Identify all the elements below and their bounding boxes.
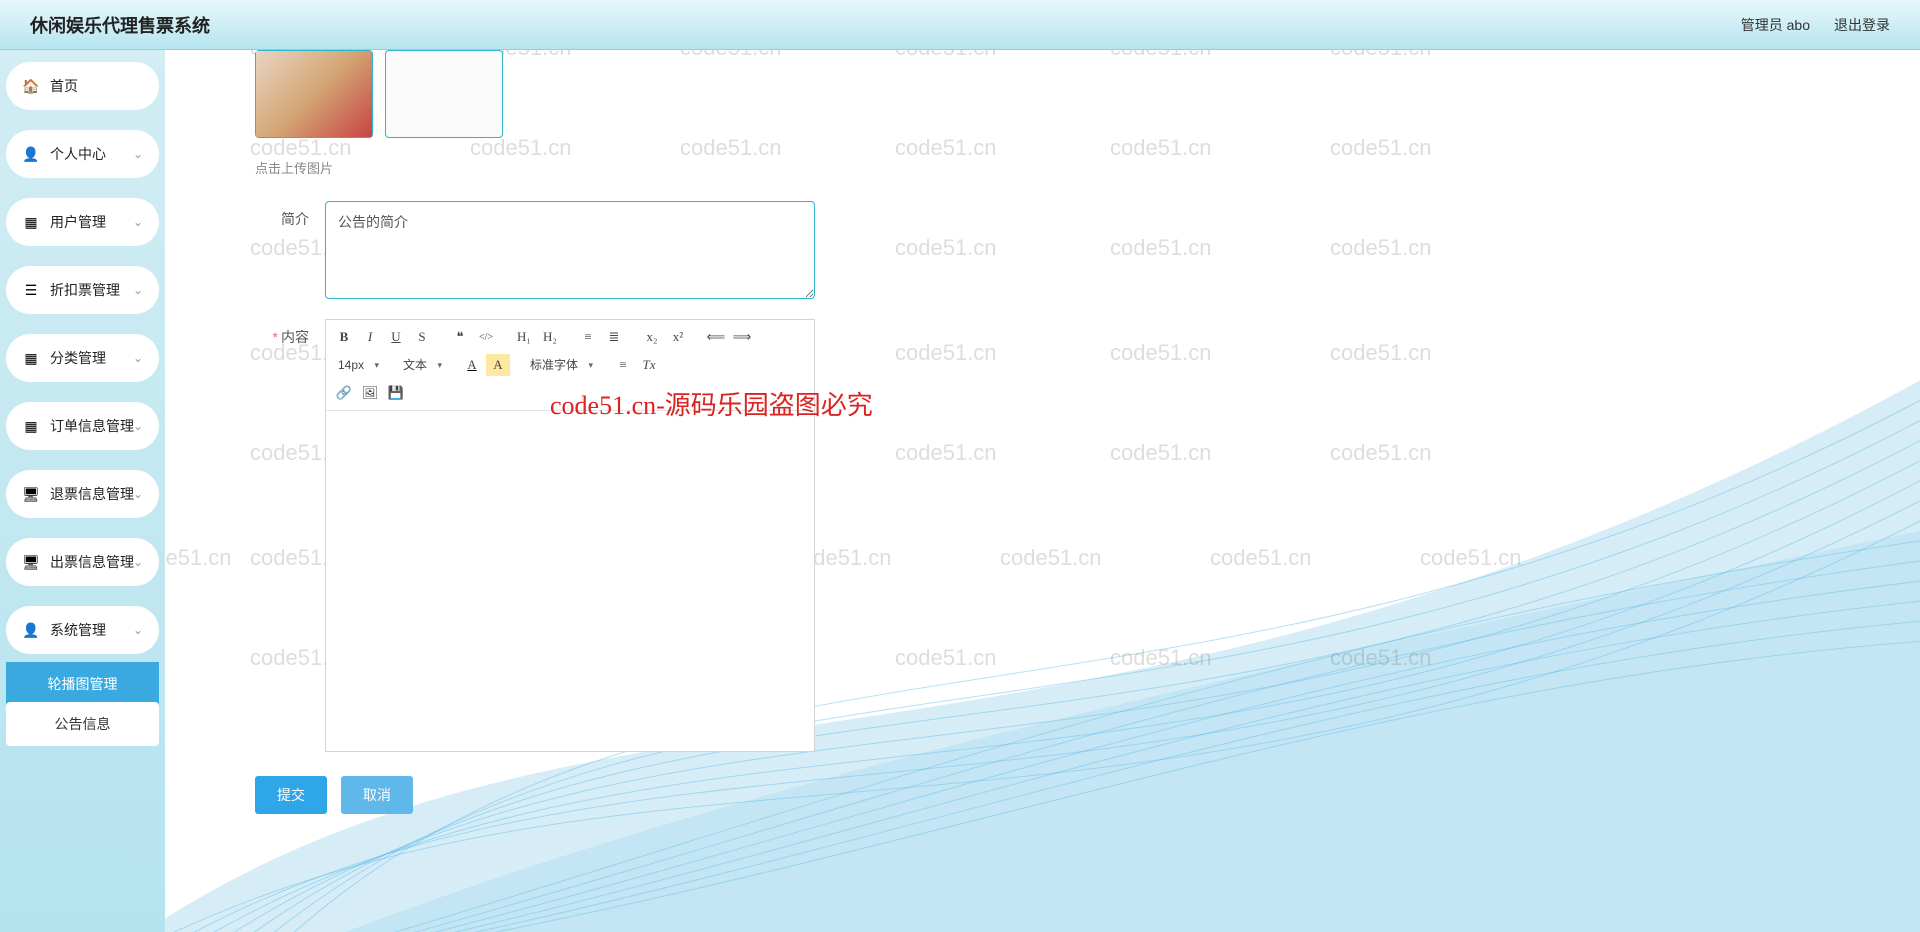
quote-icon[interactable]: ❝ bbox=[448, 326, 472, 348]
main-content: 点击上传图片 简介 *内容 B I U S ❝ </> bbox=[165, 50, 1920, 932]
font-color-icon[interactable]: A bbox=[460, 354, 484, 376]
sidebar-item-discount[interactable]: ☰ 折扣票管理 ⌄ bbox=[6, 266, 159, 314]
intro-label: 简介 bbox=[255, 201, 325, 229]
chevron-down-icon: ⌄ bbox=[133, 487, 143, 501]
logout-link[interactable]: 退出登录 bbox=[1834, 15, 1890, 35]
admin-link[interactable]: 管理员 abo bbox=[1741, 15, 1810, 35]
user-icon: 👤 bbox=[24, 147, 38, 161]
sidebar-item-system[interactable]: 👤 系统管理 ⌄ bbox=[6, 606, 159, 654]
sidebar: 🏠 首页 👤 个人中心 ⌄ ▦ 用户管理 ⌄ ☰ 折扣票管理 ⌄ ▦ 分类管理 … bbox=[0, 50, 165, 932]
align-icon[interactable]: ≡ bbox=[611, 354, 635, 376]
monitor-icon: 🖥 bbox=[24, 487, 38, 501]
image-icon[interactable]: 🖼 bbox=[358, 382, 382, 404]
strike-icon[interactable]: S bbox=[410, 326, 434, 348]
link-icon[interactable]: 🔗 bbox=[332, 382, 356, 404]
grid-icon: ▦ bbox=[24, 351, 38, 365]
sidebar-item-orders[interactable]: ▦ 订单信息管理 ⌄ bbox=[6, 402, 159, 450]
chevron-down-icon: ⌄ bbox=[133, 283, 143, 297]
sidebar-item-label: 首页 bbox=[50, 76, 78, 96]
upload-hint-text: 点击上传图片 bbox=[255, 158, 1920, 177]
sidebar-item-issue[interactable]: 🖥 出票信息管理 ⌄ bbox=[6, 538, 159, 586]
image-upload-preview[interactable] bbox=[255, 50, 373, 138]
submit-button[interactable]: 提交 bbox=[255, 776, 327, 814]
sidebar-item-label: 订单信息管理 bbox=[50, 416, 134, 436]
bars-icon: ☰ bbox=[24, 283, 38, 297]
underline-icon[interactable]: U bbox=[384, 326, 408, 348]
sidebar-item-label: 个人中心 bbox=[50, 144, 106, 164]
chevron-down-icon: ⌄ bbox=[133, 623, 143, 637]
sidebar-item-home[interactable]: 🏠 首页 bbox=[6, 62, 159, 110]
sidebar-item-label: 出票信息管理 bbox=[50, 552, 134, 572]
grid-icon: ▦ bbox=[24, 419, 38, 433]
list-ordered-icon[interactable]: ≡ bbox=[576, 326, 600, 348]
uploaded-image bbox=[256, 51, 372, 137]
h1-icon[interactable]: H₁ bbox=[512, 326, 536, 348]
image-upload-add[interactable] bbox=[385, 50, 503, 138]
app-title: 休闲娱乐代理售票系统 bbox=[30, 12, 210, 38]
editor-content-area[interactable] bbox=[326, 411, 814, 751]
subscript-icon[interactable]: x₂ bbox=[640, 326, 664, 348]
bg-color-icon[interactable]: A bbox=[486, 354, 510, 376]
user-icon: 👤 bbox=[24, 623, 38, 637]
chevron-down-icon: ⌄ bbox=[133, 351, 143, 365]
clear-format-icon[interactable]: Tx bbox=[637, 354, 661, 376]
sidebar-item-category[interactable]: ▦ 分类管理 ⌄ bbox=[6, 334, 159, 382]
sidebar-item-label: 退票信息管理 bbox=[50, 484, 134, 504]
home-icon: 🏠 bbox=[24, 79, 38, 93]
list-bullet-icon[interactable]: ≣ bbox=[602, 326, 626, 348]
grid-icon: ▦ bbox=[24, 215, 38, 229]
font-style-select[interactable]: 文本 bbox=[397, 354, 446, 376]
outdent-icon[interactable]: ⟸ bbox=[704, 326, 728, 348]
sidebar-sub-notice[interactable]: 公告信息 bbox=[6, 702, 159, 746]
italic-icon[interactable]: I bbox=[358, 326, 382, 348]
sidebar-item-refund[interactable]: 🖥 退票信息管理 ⌄ bbox=[6, 470, 159, 518]
code-icon[interactable]: </> bbox=[474, 326, 498, 348]
sidebar-item-label: 系统管理 bbox=[50, 620, 106, 640]
sidebar-item-label: 折扣票管理 bbox=[50, 280, 120, 300]
sidebar-sub-carousel[interactable]: 轮播图管理 bbox=[6, 662, 159, 706]
chevron-down-icon: ⌄ bbox=[133, 215, 143, 229]
font-family-select[interactable]: 标准字体 bbox=[524, 354, 597, 376]
header: 休闲娱乐代理售票系统 管理员 abo 退出登录 bbox=[0, 0, 1920, 50]
content-label: *内容 bbox=[255, 319, 325, 347]
h2-icon[interactable]: H₂ bbox=[538, 326, 562, 348]
superscript-icon[interactable]: x² bbox=[666, 326, 690, 348]
indent-icon[interactable]: ⟹ bbox=[730, 326, 754, 348]
sidebar-item-users[interactable]: ▦ 用户管理 ⌄ bbox=[6, 198, 159, 246]
intro-textarea[interactable] bbox=[325, 201, 815, 299]
chevron-down-icon: ⌄ bbox=[133, 555, 143, 569]
rich-text-editor: B I U S ❝ </> H₁ H₂ ≡ ≣ x₂ bbox=[325, 319, 815, 752]
monitor-icon: 🖥 bbox=[24, 555, 38, 569]
sidebar-item-profile[interactable]: 👤 个人中心 ⌄ bbox=[6, 130, 159, 178]
cancel-button[interactable]: 取消 bbox=[341, 776, 413, 814]
save-icon[interactable]: 💾 bbox=[384, 382, 408, 404]
bold-icon[interactable]: B bbox=[332, 326, 356, 348]
editor-toolbar: B I U S ❝ </> H₁ H₂ ≡ ≣ x₂ bbox=[326, 320, 814, 411]
font-size-select[interactable]: 14px bbox=[332, 354, 383, 376]
chevron-down-icon: ⌄ bbox=[133, 419, 143, 433]
chevron-down-icon: ⌄ bbox=[133, 147, 143, 161]
sidebar-item-label: 用户管理 bbox=[50, 212, 106, 232]
sidebar-item-label: 分类管理 bbox=[50, 348, 106, 368]
